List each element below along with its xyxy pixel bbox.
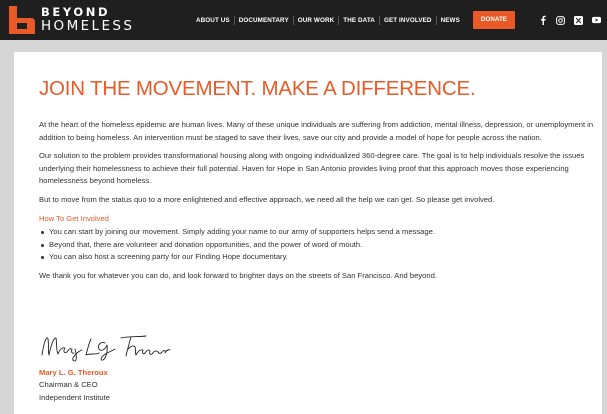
nav-get-involved[interactable]: GET INVOLVED bbox=[380, 15, 437, 25]
involvement-list: You can start by joining our movement. S… bbox=[39, 226, 599, 264]
brand-line-1: BEYOND bbox=[41, 5, 111, 19]
nav-news[interactable]: NEWS bbox=[437, 16, 464, 25]
brand-line-2: HOMELESS bbox=[41, 17, 135, 34]
donate-button[interactable]: DONATE bbox=[472, 11, 515, 29]
article-body: At the heart of the homeless epidemic ar… bbox=[39, 119, 599, 289]
beyond-homeless-logo-icon[interactable] bbox=[7, 5, 37, 35]
list-item: Beyond that, there are volunteer and don… bbox=[39, 239, 599, 252]
main-nav: ABOUT US DOCUMENTARY OUR WORK THE DATA G… bbox=[196, 0, 515, 40]
paragraph-1: At the heart of the homeless epidemic ar… bbox=[39, 120, 594, 142]
paragraph-2: Our solution to the problem provides tra… bbox=[39, 151, 585, 186]
signer-name: Mary L. G. Theroux bbox=[39, 368, 108, 377]
x-icon[interactable] bbox=[574, 15, 583, 25]
nav-documentary[interactable]: DOCUMENTARY bbox=[235, 15, 294, 25]
list-item: You can also host a screening party for … bbox=[39, 251, 599, 264]
social-links bbox=[538, 0, 601, 40]
nav-our-work[interactable]: OUR WORK bbox=[294, 15, 340, 25]
youtube-icon[interactable] bbox=[592, 16, 601, 25]
nav-the-data[interactable]: THE DATA bbox=[339, 15, 380, 25]
nav-about-us[interactable]: ABOUT US bbox=[196, 15, 235, 25]
site-header: BEYOND HOMELESS ABOUT US DOCUMENTARY OUR… bbox=[0, 0, 607, 40]
page-title: JOIN THE MOVEMENT. MAKE A DIFFERENCE. bbox=[39, 77, 476, 100]
signer-title: Chairman & CEO bbox=[39, 380, 98, 390]
facebook-icon[interactable] bbox=[538, 15, 547, 25]
signer-organization: Independent Institute bbox=[39, 392, 110, 402]
page: BEYOND HOMELESS ABOUT US DOCUMENTARY OUR… bbox=[0, 0, 607, 414]
signer-block: Mary L. G. Theroux Chairman & CEO Indepe… bbox=[39, 367, 110, 404]
list-item: You can start by joining our movement. S… bbox=[39, 226, 599, 239]
brand-wordmark[interactable]: BEYOND HOMELESS bbox=[41, 5, 135, 34]
how-to-get-involved-heading: How To Get Involved bbox=[39, 213, 109, 223]
signature-image bbox=[41, 335, 171, 362]
content-card: JOIN THE MOVEMENT. MAKE A DIFFERENCE. At… bbox=[14, 52, 602, 414]
instagram-icon[interactable] bbox=[556, 15, 565, 25]
closing-paragraph: We thank you for whatever you can do, an… bbox=[39, 270, 437, 280]
paragraph-3: But to move from the status quo to a mor… bbox=[39, 194, 495, 204]
